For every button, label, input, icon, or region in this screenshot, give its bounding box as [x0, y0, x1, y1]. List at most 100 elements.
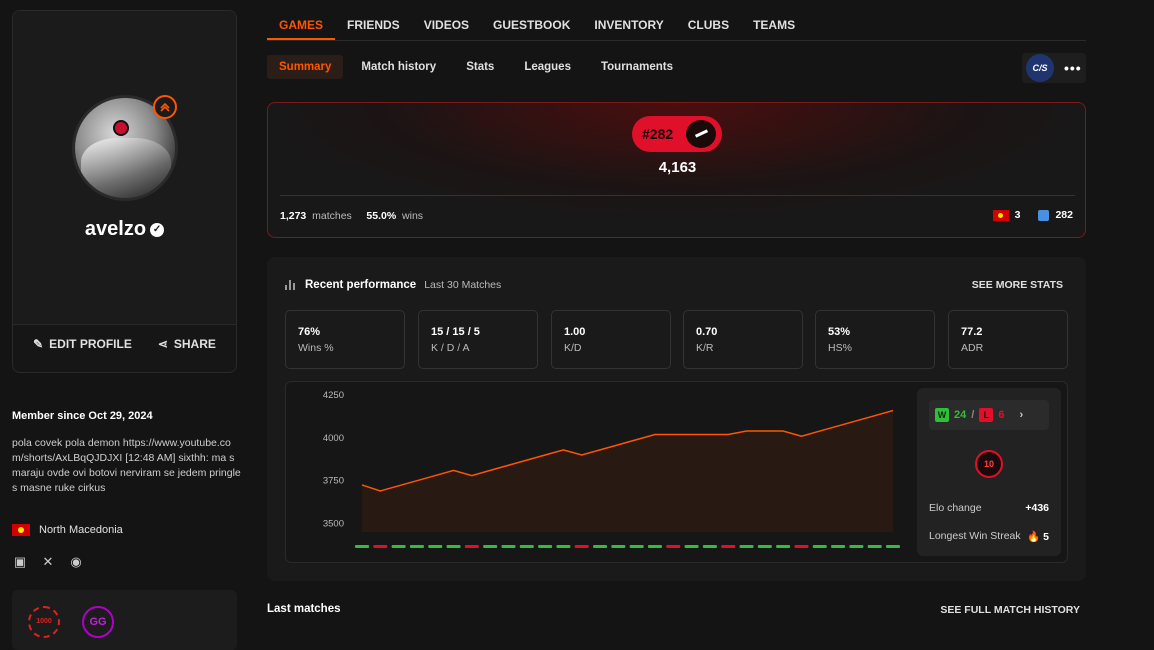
steam-icon[interactable]: ◉	[68, 554, 84, 570]
tab-clubs[interactable]: CLUBS	[676, 0, 741, 40]
member-since: Member since Oct 29, 2024	[12, 410, 153, 422]
subtab-match-history[interactable]: Match history	[349, 55, 448, 79]
result-win-mark[interactable]	[831, 545, 846, 548]
elo-value: 4,163	[658, 159, 697, 176]
result-win-mark[interactable]	[611, 545, 626, 548]
chevron-up-icon	[153, 95, 177, 119]
username: avelzo ✓	[13, 218, 236, 241]
share-button[interactable]: ⋖ SHARE	[158, 337, 216, 351]
stat-label: Wins %	[298, 342, 334, 354]
sub-tabs: Summary Match history Stats Leagues Tour…	[267, 55, 685, 79]
result-win-mark[interactable]	[647, 545, 662, 548]
stat-card-adr: 77.2 ADR	[948, 310, 1068, 369]
verified-icon: ✓	[150, 222, 165, 237]
global-rank[interactable]: 282	[1055, 209, 1073, 221]
result-win-mark[interactable]	[776, 545, 791, 548]
last-matches-title: Last matches	[267, 603, 341, 615]
tab-games[interactable]: GAMES	[267, 0, 336, 40]
y-tick-label: 4000	[323, 433, 344, 444]
tab-inventory[interactable]: INVENTORY	[582, 0, 675, 40]
result-loss-mark[interactable]	[373, 545, 388, 548]
badge-gg[interactable]: GG	[82, 606, 114, 638]
country: North Macedonia	[12, 524, 123, 536]
flag-mk-icon	[12, 524, 30, 536]
edit-profile-label: EDIT PROFILE	[49, 337, 132, 351]
stat-value: 53%	[828, 326, 851, 338]
stat-card-kd: 1.00 K/D	[551, 310, 671, 369]
result-win-mark[interactable]	[446, 545, 461, 548]
result-loss-mark[interactable]	[574, 545, 589, 548]
ranking-info: 3 282	[992, 209, 1073, 221]
more-options-icon[interactable]: •••	[1064, 60, 1082, 76]
loss-badge: L	[979, 408, 994, 422]
subtab-leagues[interactable]: Leagues	[512, 55, 583, 79]
badge-1000[interactable]: 1000	[28, 606, 60, 638]
elo-card: #282 4,163 1,273 matches 55.0% wins 3 28…	[267, 102, 1086, 238]
game-selector[interactable]: C/S •••	[1022, 53, 1086, 83]
subtab-summary[interactable]: Summary	[267, 55, 344, 79]
subtab-tournaments[interactable]: Tournaments	[589, 55, 685, 79]
avatar-eye	[113, 120, 129, 136]
tab-teams[interactable]: TEAMS	[741, 0, 807, 40]
tab-videos[interactable]: VIDEOS	[412, 0, 481, 40]
winrate-value: 55.0%	[366, 210, 397, 222]
elo-change-label: Elo change	[929, 502, 982, 514]
elo-area	[362, 410, 893, 532]
result-win-mark[interactable]	[812, 545, 827, 548]
result-win-mark[interactable]	[867, 545, 882, 548]
win-loss-summary[interactable]: W 24 / L 6 ›	[929, 400, 1049, 430]
result-win-mark[interactable]	[501, 545, 516, 548]
y-tick-label: 4250	[323, 390, 344, 401]
result-win-mark[interactable]	[886, 545, 900, 548]
stat-label: K / D / A	[431, 342, 470, 354]
win-badge: W	[935, 408, 949, 422]
win-streak-label: Longest Win Streak	[929, 530, 1021, 542]
stat-value: 0.70	[696, 326, 718, 338]
y-tick-label: 3750	[323, 476, 344, 487]
elo-change-row: Elo change +436	[929, 502, 1049, 514]
result-win-mark[interactable]	[391, 545, 406, 548]
result-win-mark[interactable]	[849, 545, 864, 548]
divider	[280, 195, 1075, 196]
result-win-mark[interactable]	[629, 545, 644, 548]
separator: /	[971, 409, 975, 421]
stat-label: ADR	[961, 342, 984, 354]
twitch-icon[interactable]: ▣	[12, 554, 28, 570]
result-win-mark[interactable]	[483, 545, 498, 548]
result-win-mark[interactable]	[702, 545, 717, 548]
result-win-mark[interactable]	[538, 545, 553, 548]
result-win-mark[interactable]	[428, 545, 443, 548]
skill-level-badge: 10	[975, 450, 1003, 478]
see-more-stats-link[interactable]: SEE MORE STATS	[972, 279, 1063, 291]
losses-count: 6	[998, 409, 1005, 421]
cs2-logo-icon[interactable]: C/S	[1026, 54, 1054, 82]
tab-friends[interactable]: FRIENDS	[335, 0, 412, 40]
result-win-mark[interactable]	[409, 545, 424, 548]
avatar-image	[81, 138, 171, 198]
share-icon: ⋖	[157, 337, 168, 351]
result-win-mark[interactable]	[739, 545, 754, 548]
performance-subtitle: Last 30 Matches	[424, 279, 502, 291]
result-loss-mark[interactable]	[794, 545, 809, 548]
edit-profile-button[interactable]: ✎ EDIT PROFILE	[33, 337, 132, 351]
result-win-mark[interactable]	[757, 545, 772, 548]
pencil-icon: ✎	[33, 337, 44, 351]
stat-label: K/D	[564, 342, 582, 354]
result-loss-mark[interactable]	[666, 545, 681, 548]
result-win-mark[interactable]	[519, 545, 534, 548]
result-loss-mark[interactable]	[721, 545, 736, 548]
username-text: avelzo	[84, 218, 147, 240]
result-win-mark[interactable]	[355, 545, 369, 548]
result-loss-mark[interactable]	[464, 545, 479, 548]
result-win-mark[interactable]	[593, 545, 608, 548]
result-win-mark[interactable]	[556, 545, 571, 548]
country-rank[interactable]: 3	[1015, 209, 1021, 221]
bar-chart-icon	[285, 280, 297, 290]
win-streak-value: 5	[1043, 531, 1049, 543]
result-win-mark[interactable]	[684, 545, 699, 548]
see-full-match-history-link[interactable]: SEE FULL MATCH HISTORY	[940, 604, 1080, 616]
stat-value: 77.2	[961, 326, 983, 338]
x-icon[interactable]: ✕	[40, 554, 56, 570]
tab-guestbook[interactable]: GUESTBOOK	[481, 0, 582, 40]
subtab-stats[interactable]: Stats	[454, 55, 506, 79]
